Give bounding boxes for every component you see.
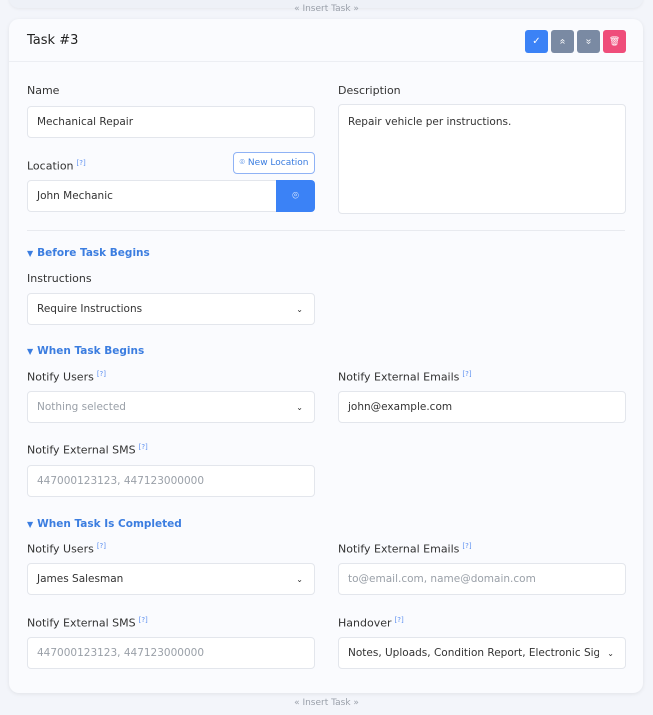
map-pin-icon: ⌾ [239, 158, 245, 168]
caret-down-icon: ▼ [27, 520, 34, 529]
check-icon: ✓ [532, 36, 541, 47]
confirm-button[interactable]: ✓ [525, 30, 548, 53]
description-label: Description [338, 84, 401, 97]
notify-sms-label: Notify External SMS [?] [27, 443, 148, 457]
help-icon[interactable]: [?] [462, 370, 471, 378]
location-label: Location [?] [27, 159, 86, 173]
trash-icon: 🗑 [608, 36, 621, 46]
chevrons-up-icon: « [557, 38, 568, 45]
when-task-begins-toggle[interactable]: ▼ When Task Begins [27, 345, 144, 357]
location-input[interactable]: John Mechanic [27, 180, 277, 212]
handover-select[interactable]: Notes, Uploads, Condition Report, Electr… [338, 637, 626, 669]
instructions-select[interactable]: Require Instructions ⌄ [27, 293, 315, 325]
notify-emails-input[interactable]: john@example.com [338, 391, 626, 423]
help-icon[interactable]: [?] [139, 616, 148, 624]
help-icon[interactable]: [?] [462, 542, 471, 550]
notify-sms-label: Notify External SMS [?] [27, 616, 148, 630]
move-up-button[interactable]: « [551, 30, 574, 53]
help-icon[interactable]: [?] [139, 443, 148, 451]
new-location-button[interactable]: ⌾ New Location [233, 152, 315, 174]
notify-emails-label: Notify External Emails [?] [338, 542, 472, 556]
help-icon[interactable]: [?] [77, 159, 86, 167]
location-picker-button[interactable]: ⌾ [276, 180, 315, 212]
handover-label: Handover [?] [338, 616, 404, 630]
insert-task-link-top[interactable]: « Insert Task » [0, 4, 653, 14]
notify-emails-input[interactable]: to@email.com, name@domain.com [338, 563, 626, 595]
task-header: Task #3 ✓ « » 🗑 [9, 19, 643, 62]
chevron-down-icon: ⌄ [296, 403, 303, 412]
instructions-label: Instructions [27, 272, 92, 285]
insert-task-link-bottom[interactable]: « Insert Task » [0, 698, 653, 708]
help-icon[interactable]: [?] [395, 616, 404, 624]
help-icon[interactable]: [?] [97, 370, 106, 378]
notify-emails-label: Notify External Emails [?] [338, 370, 472, 384]
chevron-down-icon: ⌄ [296, 305, 303, 314]
notify-users-select[interactable]: Nothing selected ⌄ [27, 391, 315, 423]
caret-down-icon: ▼ [27, 347, 34, 356]
move-down-button[interactable]: » [577, 30, 600, 53]
notify-users-label: Notify Users [?] [27, 370, 107, 384]
before-task-begins-toggle[interactable]: ▼ Before Task Begins [27, 247, 150, 259]
notify-users-label: Notify Users [?] [27, 542, 107, 556]
task-title: Task #3 [27, 33, 79, 48]
name-label: Name [27, 84, 60, 97]
when-task-completed-toggle[interactable]: ▼ When Task Is Completed [27, 518, 182, 530]
notify-sms-input[interactable]: 447000123123, 447123000000 [27, 637, 315, 669]
map-pin-icon: ⌾ [292, 189, 299, 202]
chevron-down-icon: ⌄ [296, 575, 303, 584]
chevrons-down-icon: » [583, 38, 594, 45]
delete-button[interactable]: 🗑 [603, 30, 626, 53]
notify-sms-input[interactable]: 447000123123, 447123000000 [27, 465, 315, 497]
caret-down-icon: ▼ [27, 249, 34, 258]
task-card: Task #3 ✓ « » 🗑 Name Mechanical Repair D… [9, 19, 643, 693]
divider [27, 230, 625, 231]
description-textarea[interactable]: Repair vehicle per instructions. [338, 104, 626, 214]
help-icon[interactable]: [?] [97, 542, 106, 550]
notify-users-select[interactable]: James Salesman ⌄ [27, 563, 315, 595]
name-input[interactable]: Mechanical Repair [27, 106, 315, 138]
chevron-down-icon: ⌄ [604, 649, 614, 658]
